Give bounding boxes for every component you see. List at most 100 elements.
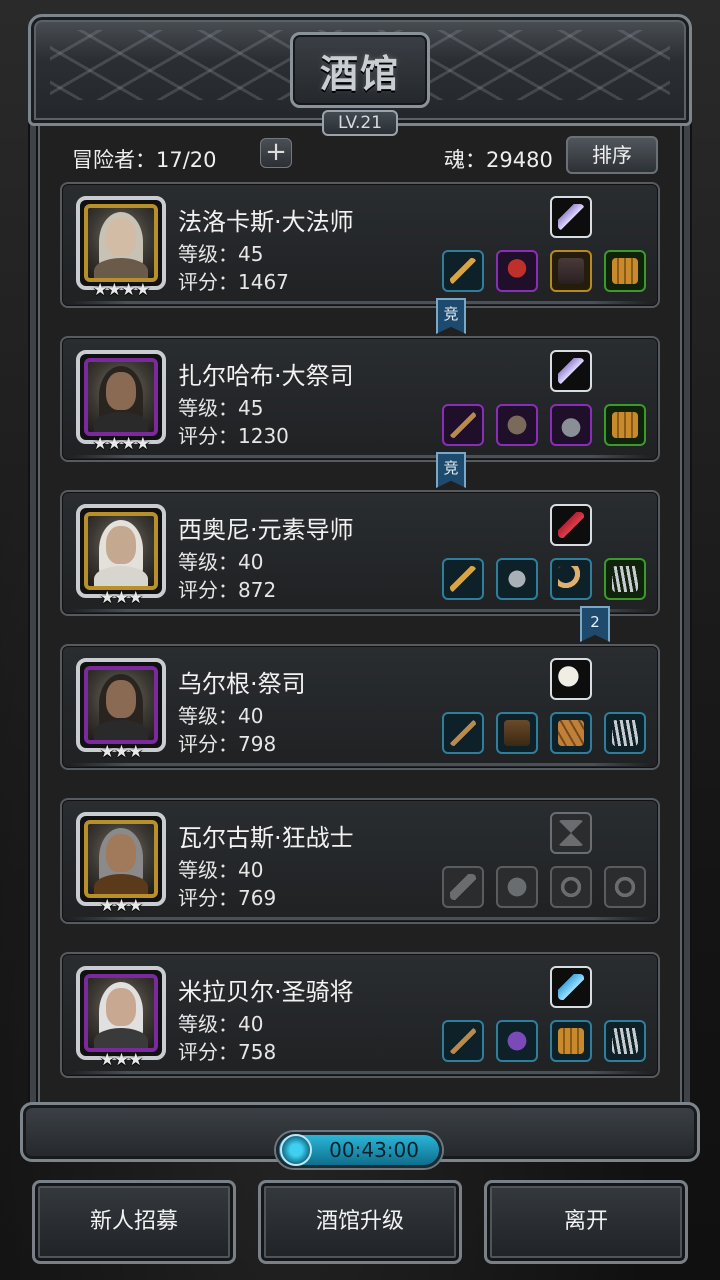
ring-silhouette-icon bbox=[558, 874, 584, 900]
skill-slot[interactable] bbox=[550, 812, 592, 854]
portrait-frame bbox=[84, 512, 158, 590]
gauntlet-icon bbox=[612, 1028, 638, 1054]
portrait-body bbox=[94, 720, 148, 740]
skill-slot[interactable] bbox=[550, 350, 592, 392]
hero-score: 评分：872 bbox=[178, 578, 277, 602]
star-rating: ★★★★ bbox=[92, 434, 151, 454]
tavern-level-badge: LV.21 bbox=[322, 110, 398, 136]
hero-score: 评分：1230 bbox=[178, 424, 289, 448]
title-plate: 酒馆 bbox=[290, 32, 430, 108]
portrait-body bbox=[94, 566, 148, 586]
leave-button[interactable]: 离开 bbox=[484, 1180, 688, 1264]
barrel-shield-icon bbox=[612, 412, 638, 438]
equipment-row bbox=[442, 866, 646, 908]
hero-name: 西奥尼·元素导师 bbox=[178, 516, 354, 544]
portrait-face bbox=[106, 680, 136, 718]
hero-card[interactable]: ★★★ 米拉贝尔·圣骑将 等级：40 评分：758 bbox=[60, 952, 660, 1078]
equipment-slot[interactable] bbox=[496, 712, 538, 754]
hero-name: 瓦尔古斯·狂战士 bbox=[178, 824, 354, 852]
recruit-button[interactable]: 新人招募 bbox=[32, 1180, 236, 1264]
equipment-row bbox=[442, 558, 646, 600]
portrait-frame bbox=[84, 820, 158, 898]
staff-icon bbox=[450, 258, 476, 284]
axe-silhouette-icon bbox=[450, 874, 476, 900]
sort-button[interactable]: 排序 bbox=[566, 136, 658, 174]
portrait-face bbox=[106, 372, 136, 410]
horn-icon bbox=[558, 566, 584, 592]
equipment-slot[interactable] bbox=[604, 1020, 646, 1062]
equipment-slot[interactable] bbox=[442, 558, 484, 600]
equipment-slot[interactable] bbox=[442, 712, 484, 754]
red-hood-icon bbox=[504, 258, 530, 284]
empty-slot-icon bbox=[558, 820, 584, 846]
portrait-frame bbox=[84, 358, 158, 436]
hammer-icon bbox=[450, 1028, 476, 1054]
equipment-slot[interactable] bbox=[604, 712, 646, 754]
hero-portrait[interactable]: ★★★★ bbox=[76, 196, 166, 300]
equipment-slot[interactable] bbox=[550, 250, 592, 292]
hero-portrait[interactable]: ★★★ bbox=[76, 504, 166, 608]
portrait-face bbox=[106, 218, 136, 256]
skill-slot[interactable] bbox=[550, 658, 592, 700]
equipment-slot[interactable] bbox=[550, 558, 592, 600]
leather-armor-icon bbox=[504, 720, 530, 746]
hero-card[interactable]: ★★★ 西奥尼·元素导师等级：40 评分：872 bbox=[60, 490, 660, 616]
equipment-slot[interactable] bbox=[496, 866, 538, 908]
hero-portrait[interactable]: ★★★ bbox=[76, 966, 166, 1070]
soul-currency: 魂：29480 bbox=[444, 148, 553, 172]
hero-card[interactable]: ★★★★ 法洛卡斯·大法师 等级：45 评分：1467 bbox=[60, 182, 660, 308]
equipment-slot[interactable] bbox=[604, 866, 646, 908]
equipment-slot[interactable] bbox=[496, 250, 538, 292]
hammer-icon bbox=[450, 412, 476, 438]
hero-portrait[interactable]: ★★★ bbox=[76, 658, 166, 762]
hero-score: 评分：769 bbox=[178, 886, 277, 910]
hero-portrait[interactable]: ★★★★ bbox=[76, 350, 166, 454]
portrait-body bbox=[94, 1028, 148, 1048]
equipment-slot[interactable] bbox=[442, 866, 484, 908]
star-rating: ★★★★ bbox=[92, 280, 151, 300]
upgrade-tavern-button[interactable]: 酒馆升级 bbox=[258, 1180, 462, 1264]
star-rating: ★★★ bbox=[99, 896, 144, 916]
star-rating: ★★★ bbox=[99, 742, 144, 762]
staff-icon bbox=[450, 566, 476, 592]
skill-slot[interactable] bbox=[550, 504, 592, 546]
portrait-face bbox=[106, 834, 136, 872]
gauntlet-icon bbox=[612, 566, 638, 592]
equipment-slot[interactable] bbox=[496, 404, 538, 446]
hero-card[interactable]: ★★★ 瓦尔古斯·狂战士等级：40 评分：769 bbox=[60, 798, 660, 924]
hero-card[interactable]: ★★★★ 扎尔哈布·大祭司 等级：45 评分：1230 bbox=[60, 336, 660, 462]
equipment-row bbox=[442, 1020, 646, 1062]
hero-name: 乌尔根·祭司 bbox=[178, 670, 306, 698]
hero-card[interactable]: ★★★ 乌尔根·祭司 等级：40 评分：798 bbox=[60, 644, 660, 770]
add-slot-button[interactable]: + bbox=[260, 138, 292, 168]
equipment-slot[interactable] bbox=[496, 558, 538, 600]
equipment-slot[interactable] bbox=[550, 866, 592, 908]
red-rune-icon bbox=[558, 512, 584, 538]
hero-score: 评分：1467 bbox=[178, 270, 289, 294]
hero-name: 法洛卡斯·大法师 bbox=[178, 208, 354, 236]
hero-level: 等级：40 bbox=[178, 550, 264, 574]
portrait-frame bbox=[84, 204, 158, 282]
equipment-slot[interactable] bbox=[550, 712, 592, 754]
blue-crystal-icon bbox=[558, 974, 584, 1000]
portrait-body bbox=[94, 412, 148, 432]
equipment-slot[interactable] bbox=[496, 1020, 538, 1062]
equipment-slot[interactable] bbox=[550, 1020, 592, 1062]
pauldron-icon bbox=[504, 566, 530, 592]
skill-slot[interactable] bbox=[550, 196, 592, 238]
robe-icon bbox=[558, 258, 584, 284]
portrait-body bbox=[94, 258, 148, 278]
hero-level: 等级：40 bbox=[178, 858, 264, 882]
equipment-slot[interactable] bbox=[442, 250, 484, 292]
equipment-slot[interactable] bbox=[442, 1020, 484, 1062]
equipment-slot[interactable] bbox=[442, 404, 484, 446]
hero-portrait[interactable]: ★★★ bbox=[76, 812, 166, 916]
portrait-face bbox=[106, 526, 136, 564]
equipment-slot[interactable] bbox=[604, 250, 646, 292]
equipment-row bbox=[442, 250, 646, 292]
skill-slot[interactable] bbox=[550, 966, 592, 1008]
equipment-slot[interactable] bbox=[604, 404, 646, 446]
portrait-frame bbox=[84, 666, 158, 744]
equipment-slot[interactable] bbox=[604, 558, 646, 600]
equipment-slot[interactable] bbox=[550, 404, 592, 446]
